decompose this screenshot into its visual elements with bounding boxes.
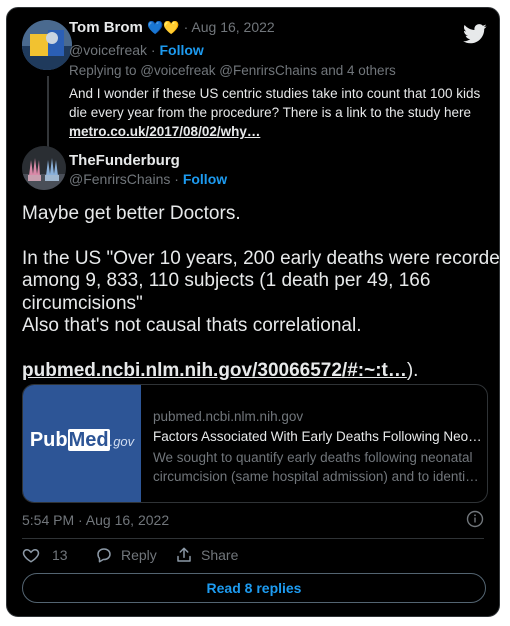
tweet-text-line: circumcisions" <box>22 292 143 314</box>
tweet-text-line: Also that's not causal thats correlation… <box>22 315 362 336</box>
pubmed-logo-image: PubMed.gov <box>23 385 141 502</box>
quoted-tweet-link[interactable]: metro.co.uk/2017/08/02/why… <box>69 122 480 141</box>
tweet-link-row: pubmed.ncbi.nlm.nih.gov/30066572/#:~:t…)… <box>22 360 492 383</box>
twitter-bird-icon[interactable] <box>463 24 487 44</box>
tweet-text-line: Maybe get better Doctors. <box>22 203 241 224</box>
heart-icon <box>22 546 40 564</box>
follow-button[interactable]: Follow <box>159 42 203 58</box>
quoted-text-line: And I wonder if these US centric studies… <box>69 86 481 101</box>
like-action[interactable]: 13 <box>22 546 68 564</box>
main-follow-button[interactable]: Follow <box>183 171 227 187</box>
tweet-timestamp[interactable]: 5:54 PM · Aug 16, 2022 <box>22 512 169 528</box>
author-handle[interactable]: @voicefreak <box>69 42 147 58</box>
author-badge-icon: 💙💛 <box>147 20 180 35</box>
divider <box>22 538 484 539</box>
tweet-date[interactable]: · Aug 16, 2022 <box>184 19 275 35</box>
main-tweet-text: Maybe get better Doctors. In the US "Ove… <box>22 203 500 383</box>
preview-title: Factors Associated With Early Deaths Fol… <box>153 429 482 444</box>
quoted-tweet-header: Tom Brom 💙💛 · Aug 16, 2022 <box>69 19 275 36</box>
preview-desc-line: We sought to quantify early deaths follo… <box>153 450 473 465</box>
main-handle-row: @FenrirsChains · Follow <box>69 171 227 187</box>
separator-dot: · <box>147 42 160 58</box>
link-preview-card[interactable]: PubMed.gov pubmed.ncbi.nlm.nih.gov Facto… <box>22 384 488 503</box>
read-replies-button[interactable]: Read 8 replies <box>22 573 486 603</box>
tweet-embed-card: Tom Brom 💙💛 · Aug 16, 2022 @voicefreak ·… <box>6 7 500 617</box>
share-label: Share <box>201 547 239 563</box>
like-count: 13 <box>52 547 68 563</box>
reply-icon <box>95 546 113 564</box>
share-icon <box>175 546 193 564</box>
main-author-name[interactable]: TheFunderburg <box>69 152 180 169</box>
tweet-text-line: among 9, 833, 110 subjects (1 death per … <box>22 270 431 291</box>
reply-label: Reply <box>121 547 157 563</box>
preview-desc-line: circumcision (same hospital admission) a… <box>153 469 479 484</box>
reply-action[interactable]: Reply <box>95 546 157 564</box>
tweet-text-line: In the US "Over 10 years, 200 early deat… <box>22 247 500 269</box>
main-author-handle[interactable]: @FenrirsChains <box>69 171 170 187</box>
logo-gov: .gov <box>109 434 135 449</box>
quoted-handle-row: @voicefreak · Follow <box>69 42 204 58</box>
separator-dot: · <box>170 171 183 187</box>
logo-med: Med <box>67 429 110 451</box>
preview-description: We sought to quantify early deaths follo… <box>153 448 483 486</box>
info-icon[interactable] <box>466 510 484 528</box>
quoted-tweet-text: And I wonder if these US centric studies… <box>69 84 480 141</box>
preview-domain: pubmed.ncbi.nlm.nih.gov <box>153 409 304 424</box>
replying-to[interactable]: Replying to @voicefreak @FenrirsChains a… <box>69 63 396 78</box>
share-action[interactable]: Share <box>175 546 238 564</box>
pubmed-link[interactable]: pubmed.ncbi.nlm.nih.gov/30066572/#:~:t… <box>22 360 407 381</box>
thread-connector-line <box>47 76 49 148</box>
avatar-tom-brom[interactable] <box>22 20 72 70</box>
avatar-thefunderburg[interactable] <box>22 146 66 190</box>
author-name[interactable]: Tom Brom <box>69 19 143 36</box>
logo-pub: Pub <box>29 429 68 451</box>
link-suffix: ). <box>406 359 419 381</box>
quoted-text-line: die every year from the procedure? There… <box>69 105 471 120</box>
